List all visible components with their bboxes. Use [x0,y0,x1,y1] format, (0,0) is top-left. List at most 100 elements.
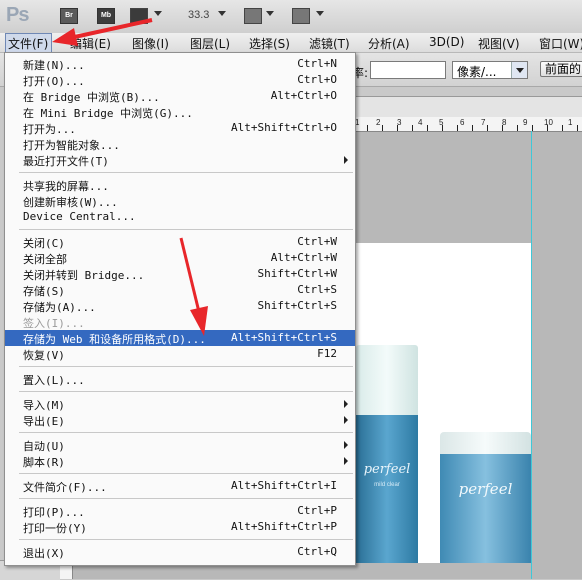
file-menu-item[interactable]: 自动(U) [5,437,355,453]
mini-bridge-button[interactable]: Mb [97,8,115,24]
ruler-label: 9 [523,118,528,127]
file-menu-item[interactable]: 共享我的屏幕... [5,177,355,193]
file-menu-item[interactable]: 在 Mini Bridge 中浏览(G)... [5,104,355,120]
menu-separator [19,366,353,367]
file-menu-item[interactable]: 关闭并转到 Bridge... Shift+Ctrl+W [5,266,355,282]
menu-item-label: 导出(E) [23,415,65,428]
file-menu-item[interactable]: 退出(X) Ctrl+Q [5,544,355,560]
menu-3d[interactable]: 3D(D) [429,35,464,49]
menu-analysis[interactable]: 分析(A) [368,35,410,52]
menu-item-label: 关闭(C) [23,237,65,250]
menu-item-label: 新建(N)... [23,59,85,72]
menu-item-label: 存储(S) [23,285,65,298]
menu-item-shortcut: Ctrl+N [297,57,337,70]
file-menu-item[interactable]: 打印(P)... Ctrl+P [5,503,355,519]
menu-view[interactable]: 视图(V) [478,35,520,52]
menu-edit[interactable]: 编辑(E) [70,35,111,52]
zoom-level[interactable]: 33.3 [188,9,209,21]
file-menu-item[interactable]: 关闭全部 Alt+Ctrl+W [5,250,355,266]
menu-item-shortcut: Ctrl+P [297,504,337,517]
file-menu-item[interactable]: 最近打开文件(T) [5,152,355,168]
bridge-button[interactable]: Br [60,8,78,24]
jar-brand-text: perfeel [458,480,513,498]
jar-body [440,454,531,563]
submenu-arrow-icon [344,457,348,465]
menu-separator [19,539,353,540]
resolution-unit-value: 像素/... [457,65,497,79]
file-menu-item[interactable]: 置入(L)... [5,371,355,387]
file-menu-dropdown: 新建(N)... Ctrl+N 打开(O)... Ctrl+O 在 Bridge 中浏览… [4,52,356,566]
menu-separator [19,172,353,173]
product-jar-image: perfeel [440,432,531,563]
bottle-body [356,415,418,563]
screen-mode-icon[interactable] [292,8,310,24]
menu-item-shortcut: Alt+Ctrl+W [270,251,337,264]
chevron-down-icon[interactable] [511,62,527,78]
menu-item-shortcut: Alt+Shift+Ctrl+O [231,121,337,134]
menu-file[interactable]: 文件(F) [5,33,53,53]
menu-window[interactable]: 窗口(W) [539,35,582,52]
file-menu-item[interactable]: 脚本(R) [5,453,355,469]
menu-item-shortcut: Alt+Ctrl+O [270,89,337,102]
menu-item-label: 脚本(R) [23,456,65,469]
view-extras-icon[interactable] [130,8,148,24]
file-menu-item[interactable]: 打印一份(Y) Alt+Shift+Ctrl+P [5,519,355,535]
file-menu-item[interactable]: 签入(I)... [5,314,355,330]
file-menu-item[interactable]: 关闭(C) Ctrl+W [5,234,355,250]
file-menu-item[interactable]: 存储为 Web 和设备所用格式(D)... Alt+Shift+Ctrl+S [5,330,355,346]
menu-item-shortcut: Alt+Shift+Ctrl+P [231,520,337,533]
cyan-guide-line[interactable] [531,131,532,579]
resolution-input[interactable] [370,61,446,79]
menu-select[interactable]: 选择(S) [249,35,290,52]
product-bottle-image: perfeel mild clear [356,345,418,563]
screen-mode-dropdown-icon[interactable] [316,11,324,16]
menu-item-label: 打开(O)... [23,75,85,88]
menu-item-label: 退出(X) [23,547,65,560]
submenu-arrow-icon [344,416,348,424]
document-tab[interactable] [352,96,582,117]
menu-item-label: 关闭并转到 Bridge... [23,269,145,282]
file-menu-item[interactable]: 创建新审核(W)... [5,193,355,209]
file-menu-item[interactable]: 文件简介(F)... Alt+Shift+Ctrl+I [5,478,355,494]
file-menu-item[interactable]: 导入(M) [5,396,355,412]
file-menu-item[interactable]: 在 Bridge 中浏览(B)... Alt+Ctrl+O [5,88,355,104]
menu-item-shortcut: Ctrl+S [297,283,337,296]
menu-item-label: 文件简介(F)... [23,481,107,494]
view-extras-dropdown-icon[interactable] [154,11,162,16]
menu-item-label: 打印一份(Y) [23,522,87,535]
file-menu-item[interactable]: 恢复(V) F12 [5,346,355,362]
menu-item-shortcut: Alt+Shift+Ctrl+I [231,479,337,492]
menu-filter[interactable]: 滤镜(T) [309,35,350,52]
file-menu-item[interactable]: 导出(E) [5,412,355,428]
arrange-dropdown-icon[interactable] [266,11,274,16]
file-menu-item[interactable]: 新建(N)... Ctrl+N [5,56,355,72]
ruler-label: 7 [481,118,486,127]
bottle-brand-text: perfeel [363,462,411,477]
menu-bar: 文件(F) 编辑(E) 图像(I) 图层(L) 选择(S) 滤镜(T) 分析(A… [0,33,582,53]
submenu-arrow-icon [344,441,348,449]
menu-item-label: 自动(U) [23,440,65,453]
menu-item-label: 关闭全部 [23,253,67,266]
file-menu-item[interactable]: 打开为智能对象... [5,136,355,152]
menu-item-label: 共享我的屏幕... [23,180,109,193]
menu-item-label: 打开为... [23,123,76,136]
ruler-label: 6 [460,118,465,127]
resolution-unit-select[interactable]: 像素/... [452,61,528,79]
zoom-dropdown-icon[interactable] [218,11,226,16]
menu-item-shortcut: Ctrl+W [297,235,337,248]
file-menu-item[interactable]: 打开为... Alt+Shift+Ctrl+O [5,120,355,136]
arrange-documents-icon[interactable] [244,8,262,24]
file-menu-item[interactable]: 存储为(A)... Shift+Ctrl+S [5,298,355,314]
front-image-button[interactable]: 前面的 [540,61,582,77]
menu-item-shortcut: Shift+Ctrl+W [257,267,337,280]
menu-layer[interactable]: 图层(L) [190,35,230,52]
menu-item-shortcut: Ctrl+O [297,73,337,86]
file-menu-item[interactable]: 打开(O)... Ctrl+O [5,72,355,88]
menu-item-label: 打开为智能对象... [23,139,120,152]
menu-separator [19,473,353,474]
file-menu-item[interactable]: 存储(S) Ctrl+S [5,282,355,298]
menu-image[interactable]: 图像(I) [132,35,169,52]
ruler-label: 10 [544,118,553,127]
menu-item-label: 存储为 Web 和设备所用格式(D)... [23,333,206,346]
file-menu-item[interactable]: Device Central... [5,209,355,225]
